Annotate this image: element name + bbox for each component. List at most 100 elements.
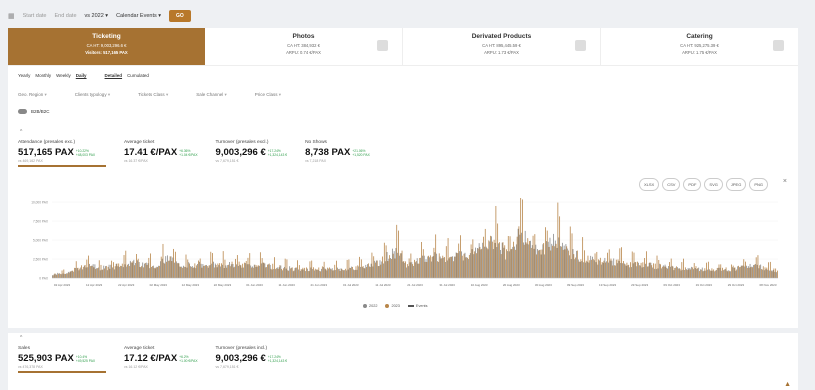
bar-2023 <box>210 251 212 278</box>
bar-2023 <box>353 270 355 278</box>
bar-2023 <box>752 267 754 278</box>
bar-2022 <box>62 273 64 278</box>
filter-clients-typology[interactable]: Clients typology <box>75 92 110 98</box>
bar-2022 <box>236 264 237 278</box>
export-pdf-button[interactable]: PDF <box>683 178 702 191</box>
bar-2022 <box>689 267 691 278</box>
bar-2023 <box>676 266 677 278</box>
kpi-turnover[interactable]: Turnover (presales excl.) 9,003,296 € +1… <box>216 140 288 167</box>
bar-2022 <box>275 269 276 278</box>
tile-photos[interactable]: Photos CA HT: 384,932 € ARPU: 0.74 €/PAX <box>205 28 403 65</box>
collapse-icon[interactable]: ^ <box>20 335 22 341</box>
bar-2022 <box>468 259 469 278</box>
bar-2023 <box>233 267 235 278</box>
bar-2022 <box>345 270 347 278</box>
bar-2023 <box>137 258 139 278</box>
bar-2022 <box>705 270 707 278</box>
bar-2023 <box>399 253 401 278</box>
bar-2022 <box>108 264 110 278</box>
filter-tickets-class[interactable]: Tickets Class <box>138 92 168 98</box>
x-tick-label: 22 May 2023 <box>214 283 232 287</box>
bar-2022 <box>636 266 638 278</box>
legend-events[interactable]: Events <box>407 304 428 308</box>
export-png-button[interactable]: PNG <box>749 178 768 191</box>
bar-2023 <box>444 257 445 278</box>
bar-2023 <box>713 269 715 278</box>
bar-2022 <box>204 265 206 278</box>
bar-2022 <box>423 255 425 278</box>
go-button[interactable]: GO <box>169 10 191 22</box>
bar-2023 <box>695 266 697 278</box>
compare-select[interactable]: vs 2022 ▾ <box>85 13 109 19</box>
bar-2022 <box>248 264 250 278</box>
bar-2022 <box>769 270 770 278</box>
b2b-toggle[interactable]: B2B/B2C <box>18 109 50 114</box>
legend-2023[interactable]: 2023 <box>385 304 400 308</box>
filter-price-class[interactable]: Price Class <box>255 92 281 98</box>
export-csv-button[interactable]: CSV <box>662 178 681 191</box>
bar-2022 <box>586 261 588 278</box>
bar-2023 <box>367 263 369 278</box>
mode-yearly[interactable]: Yearly <box>18 73 30 78</box>
scroll-top-icon[interactable]: ▲ <box>784 381 791 388</box>
export-xlsx-button[interactable]: XLSX <box>638 178 660 191</box>
bar-2022 <box>446 260 448 278</box>
bar-2023 <box>560 246 562 278</box>
bar-2022 <box>64 273 66 278</box>
bar-2022 <box>434 252 436 278</box>
toggle-switch[interactable] <box>18 109 27 114</box>
bar-2023 <box>435 234 437 278</box>
bar-2023 <box>228 264 229 278</box>
kpi-no-shows[interactable]: No Shows 8,738 PAX +21.06% +1,520 PAX vs … <box>305 140 370 167</box>
bar-2022 <box>353 269 354 278</box>
mode-cumulated[interactable]: Cumulated <box>127 73 149 78</box>
tile-catering[interactable]: Catering CA HT: 925,275.39 € ARPU: 1.75 … <box>601 28 798 65</box>
kpi-delta-abs: +48,003 PAX <box>75 152 96 157</box>
mode-detailed[interactable]: Detailed <box>105 73 123 78</box>
start-date-input[interactable]: Start date <box>23 13 47 19</box>
bar-2023 <box>722 267 723 278</box>
legend-2022[interactable]: 2022 <box>363 304 377 308</box>
tile-line2: ARPU: 1.73 €/PAX <box>484 50 519 55</box>
tile-derivated-products[interactable]: Derivated Products CA HT: 895,445.59 € A… <box>403 28 601 65</box>
bar-2023 <box>598 259 599 278</box>
bar-2023 <box>316 269 318 278</box>
bar-2022 <box>158 265 160 278</box>
filter-geo-region[interactable]: Geo. Region <box>18 92 47 98</box>
bar-2023 <box>458 243 460 278</box>
bar-2022 <box>246 264 248 278</box>
bar-2023 <box>766 267 768 278</box>
bar-2023 <box>346 259 348 278</box>
events-select[interactable]: Calendar Events ▾ <box>116 13 161 19</box>
mode-daily[interactable]: Daily <box>76 73 87 78</box>
bar-2023 <box>86 259 88 278</box>
collapse-icon[interactable]: ^ <box>20 129 22 135</box>
calendar-icon[interactable]: ▦ <box>8 12 15 20</box>
mode-weekly[interactable]: Weekly <box>56 73 71 78</box>
bar-2023 <box>279 265 281 278</box>
bar-2023 <box>500 254 502 278</box>
bar-2022 <box>232 263 234 278</box>
close-icon[interactable]: × <box>783 178 787 185</box>
bar-2022 <box>425 259 427 278</box>
bar-2022 <box>659 263 661 278</box>
bar-2022 <box>698 267 700 278</box>
kpi-turnover[interactable]: Turnover (presales incl.) 9,003,296 € +1… <box>216 346 288 373</box>
bar-2022 <box>680 270 682 278</box>
tile-ticketing[interactable]: Ticketing CA HT: 9,003,296.6 € Visitors:… <box>8 28 205 65</box>
export-svg-button[interactable]: SVG <box>704 178 723 191</box>
bar-2023 <box>656 255 658 278</box>
bar-2023 <box>467 257 468 278</box>
export-jpeg-button[interactable]: JPEG <box>725 178 747 191</box>
kpi-average-ticket[interactable]: Average ticket 17.12 €/PAX +6.2% +1.00 €/… <box>124 346 198 373</box>
bar-2023 <box>585 260 587 278</box>
bar-2022 <box>515 244 517 278</box>
bar-2022 <box>767 269 769 278</box>
bar-2022 <box>514 246 515 278</box>
cutlery-icon <box>773 40 784 51</box>
bar-2023 <box>529 241 530 278</box>
mode-monthly[interactable]: Monthly <box>35 73 51 78</box>
end-date-input[interactable]: End date <box>54 13 76 19</box>
filter-sale-channel[interactable]: Sale Channel <box>196 92 227 98</box>
kpi-average-ticket[interactable]: Average ticket 17.41 €/PAX +6.36% +1.04 €… <box>124 140 198 167</box>
